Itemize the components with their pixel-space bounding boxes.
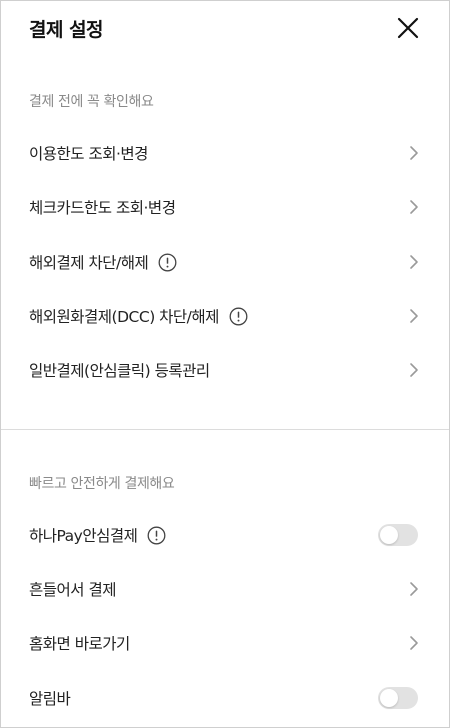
menu-item-secure-click[interactable]: 일반결제(안심클릭) 등록관리 [1,344,449,396]
info-icon[interactable] [147,526,166,545]
chevron-right-icon [410,582,418,596]
menu-item-notification-bar: 알림바 [1,672,449,724]
menu-item-shake-payment[interactable]: 흔들어서 결제 [1,563,449,615]
chevron-right-icon [410,309,418,323]
menu-item-label: 해외원화결제(DCC) 차단/해제 [29,308,219,326]
menu-item-dcc-block[interactable]: 해외원화결제(DCC) 차단/해제 [1,290,449,342]
chevron-right-icon [410,636,418,650]
menu-item-label: 일반결제(안심클릭) 등록관리 [29,362,210,380]
header: 결제 설정 [1,1,449,59]
menu-item-hanapay-secure: 하나Pay안심결제 [1,509,449,561]
menu-item-label: 하나Pay안심결제 [29,527,138,545]
notification-bar-toggle[interactable] [378,687,418,709]
hanapay-secure-toggle[interactable] [378,524,418,546]
section-divider [1,429,449,430]
close-icon[interactable] [397,17,419,39]
chevron-right-icon [410,363,418,377]
info-icon[interactable] [158,253,177,272]
menu-item-label: 흔들어서 결제 [29,581,117,599]
payment-settings-screen: 결제 설정 결제 전에 꼭 확인해요 이용한도 조회·변경 체크카드한도 조회·… [0,0,450,728]
chevron-right-icon [410,200,418,214]
menu-item-label: 홈화면 바로가기 [29,635,130,653]
menu-item-label: 알림바 [29,690,71,708]
menu-item-label: 이용한도 조회·변경 [29,145,148,163]
toggle-knob [380,526,398,544]
menu-item-check-card-limit[interactable]: 체크카드한도 조회·변경 [1,181,449,233]
chevron-right-icon [410,255,418,269]
menu-item-overseas-block[interactable]: 해외결제 차단/해제 [1,236,449,288]
menu-item-home-shortcut[interactable]: 홈화면 바로가기 [1,617,449,669]
menu-item-label: 해외결제 차단/해제 [29,254,149,272]
menu-item-label: 체크카드한도 조회·변경 [29,199,176,217]
chevron-right-icon [410,146,418,160]
section-label-fast-payment: 빠르고 안전하게 결제해요 [29,476,175,492]
section-label-before-payment: 결제 전에 꼭 확인해요 [29,94,154,110]
toggle-knob [380,689,398,707]
info-icon[interactable] [229,307,248,326]
menu-item-usage-limit[interactable]: 이용한도 조회·변경 [1,127,449,179]
page-title: 결제 설정 [29,19,104,41]
